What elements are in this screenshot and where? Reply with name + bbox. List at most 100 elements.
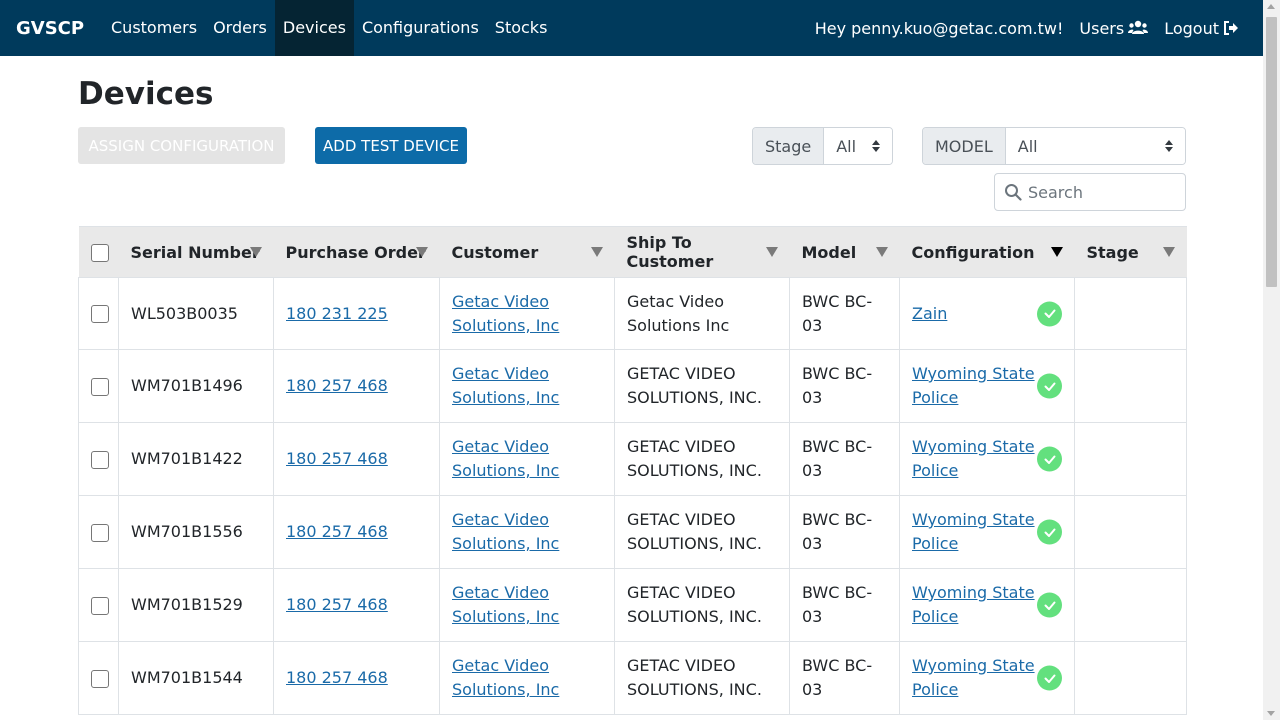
nav-right: Hey penny.kuo@getac.com.tw! Users Logout xyxy=(807,19,1263,38)
table-row[interactable]: WL503B0035 180 231 225 Getac Video Solut… xyxy=(78,277,1187,350)
row-select-cell xyxy=(78,641,119,715)
table-row[interactable]: WM701B1529 180 257 468 Getac Video Solut… xyxy=(78,568,1187,642)
purchase-order-link[interactable]: 180 231 225 xyxy=(286,304,388,323)
row-checkbox[interactable] xyxy=(91,450,109,469)
ship-to-customer-cell: GETAC VIDEO SOLUTIONS, INC. xyxy=(614,641,790,715)
row-checkbox[interactable] xyxy=(91,596,109,615)
select-all-cell xyxy=(78,226,119,278)
check-circle-icon xyxy=(1037,446,1062,472)
model-select[interactable]: All xyxy=(1005,128,1185,164)
row-select-cell xyxy=(78,349,119,423)
stage-select[interactable]: All xyxy=(824,128,892,164)
ship-to-customer-cell: GETAC VIDEO SOLUTIONS, INC. xyxy=(614,349,790,423)
nav-link-orders[interactable]: Orders xyxy=(205,0,275,56)
configuration-link[interactable]: Wyoming State Police xyxy=(912,656,1035,699)
column-header-stage[interactable]: Stage xyxy=(1074,226,1187,278)
column-header-model[interactable]: Model xyxy=(789,226,900,278)
search-box xyxy=(994,173,1186,211)
table-row[interactable]: WM701B1556 180 257 468 Getac Video Solut… xyxy=(78,495,1187,569)
scroll-up-icon[interactable] xyxy=(1267,4,1275,9)
sort-icon[interactable] xyxy=(249,247,262,257)
configuration-link[interactable]: Zain xyxy=(912,304,947,323)
column-header-ship-to-customer[interactable]: Ship To Customer xyxy=(614,226,790,278)
stage-cell xyxy=(1074,277,1187,350)
sign-out-icon xyxy=(1224,21,1238,35)
check-circle-icon xyxy=(1037,519,1062,545)
purchase-order-cell: 180 257 468 xyxy=(273,641,440,715)
configuration-link[interactable]: Wyoming State Police xyxy=(912,510,1035,553)
customer-cell: Getac Video Solutions, Inc xyxy=(439,495,615,569)
configuration-link[interactable]: Wyoming State Police xyxy=(912,583,1035,626)
customer-link[interactable]: Getac Video Solutions, Inc xyxy=(452,292,559,335)
vertical-scrollbar[interactable] xyxy=(1263,0,1280,720)
model-filter-label: MODEL xyxy=(923,128,1006,164)
purchase-order-link[interactable]: 180 257 468 xyxy=(286,668,388,687)
check-circle-icon xyxy=(1037,665,1062,691)
customer-link[interactable]: Getac Video Solutions, Inc xyxy=(452,364,559,407)
purchase-order-link[interactable]: 180 257 468 xyxy=(286,522,388,541)
table-header-row: Serial Number Purchase Order Customer Sh… xyxy=(78,226,1187,278)
column-label: Stage xyxy=(1086,242,1139,262)
scroll-down-icon[interactable] xyxy=(1267,711,1275,716)
table-row[interactable]: WM701B1496 180 257 468 Getac Video Solut… xyxy=(78,349,1187,423)
scrollbar-thumb[interactable] xyxy=(1266,17,1277,287)
search-input[interactable] xyxy=(1028,182,1178,202)
column-header-customer[interactable]: Customer xyxy=(439,226,615,278)
serial-number-cell: WM701B1529 xyxy=(118,568,274,642)
purchase-order-cell: 180 257 468 xyxy=(273,349,440,423)
search-icon xyxy=(1005,184,1022,201)
customer-link[interactable]: Getac Video Solutions, Inc xyxy=(452,583,559,626)
serial-number-cell: WL503B0035 xyxy=(118,277,274,350)
add-test-device-button[interactable]: ADD TEST DEVICE xyxy=(315,127,467,164)
sort-icon[interactable] xyxy=(590,247,603,257)
customer-link[interactable]: Getac Video Solutions, Inc xyxy=(452,510,559,553)
configuration-link[interactable]: Wyoming State Police xyxy=(912,364,1035,407)
nav-link-devices[interactable]: Devices xyxy=(274,0,354,56)
purchase-order-link[interactable]: 180 257 468 xyxy=(286,449,388,468)
serial-number-cell: WM701B1556 xyxy=(118,495,274,569)
select-all-checkbox[interactable] xyxy=(90,243,109,262)
column-header-serial-number[interactable]: Serial Number xyxy=(118,226,274,278)
nav-link-customers[interactable]: Customers xyxy=(103,0,205,56)
row-checkbox[interactable] xyxy=(91,523,109,542)
customer-cell: Getac Video Solutions, Inc xyxy=(439,422,615,496)
configuration-link[interactable]: Wyoming State Police xyxy=(912,437,1035,480)
column-header-purchase-order[interactable]: Purchase Order xyxy=(273,226,440,278)
logout-link[interactable]: Logout xyxy=(1156,19,1247,38)
ship-to-customer-cell: GETAC VIDEO SOLUTIONS, INC. xyxy=(614,495,790,569)
model-cell: BWC BC-03 xyxy=(789,349,900,423)
sort-icon[interactable] xyxy=(875,247,888,257)
column-header-configuration[interactable]: Configuration xyxy=(899,226,1075,278)
brand-logo[interactable]: GVSCP xyxy=(16,18,103,39)
sort-icon[interactable] xyxy=(765,247,778,257)
sort-icon[interactable] xyxy=(1162,247,1175,257)
table-row[interactable]: WM701B1422 180 257 468 Getac Video Solut… xyxy=(78,422,1187,496)
check-circle-icon xyxy=(1037,373,1062,399)
assign-configuration-button[interactable]: ASSIGN CONFIGURATION xyxy=(78,127,285,164)
sort-active-icon[interactable] xyxy=(1050,247,1063,257)
check-circle-icon xyxy=(1037,301,1062,326)
nav-link-configurations[interactable]: Configurations xyxy=(354,0,487,56)
purchase-order-link[interactable]: 180 257 468 xyxy=(286,376,388,395)
serial-number-cell: WM701B1496 xyxy=(118,349,274,423)
configuration-cell: Wyoming State Police xyxy=(899,495,1075,569)
customer-link[interactable]: Getac Video Solutions, Inc xyxy=(452,437,559,480)
serial-number-cell: WM701B1422 xyxy=(118,422,274,496)
serial-number-cell: WM701B1544 xyxy=(118,641,274,715)
row-checkbox[interactable] xyxy=(91,305,109,323)
stage-cell xyxy=(1074,349,1187,423)
table-row[interactable]: WM701B1544 180 257 468 Getac Video Solut… xyxy=(78,641,1187,715)
purchase-order-link[interactable]: 180 257 468 xyxy=(286,595,388,614)
row-checkbox[interactable] xyxy=(91,377,109,396)
row-checkbox[interactable] xyxy=(91,669,109,688)
model-filter: MODEL All xyxy=(922,127,1186,165)
customer-cell: Getac Video Solutions, Inc xyxy=(439,349,615,423)
column-label: Serial Number xyxy=(130,242,260,262)
nav-link-stocks[interactable]: Stocks xyxy=(487,0,556,56)
select-caret-icon xyxy=(872,140,880,152)
customer-link[interactable]: Getac Video Solutions, Inc xyxy=(452,656,559,699)
sort-icon[interactable] xyxy=(415,247,428,257)
stage-select-value: All xyxy=(836,136,857,156)
users-link[interactable]: Users xyxy=(1071,19,1156,38)
stage-cell xyxy=(1074,422,1187,496)
